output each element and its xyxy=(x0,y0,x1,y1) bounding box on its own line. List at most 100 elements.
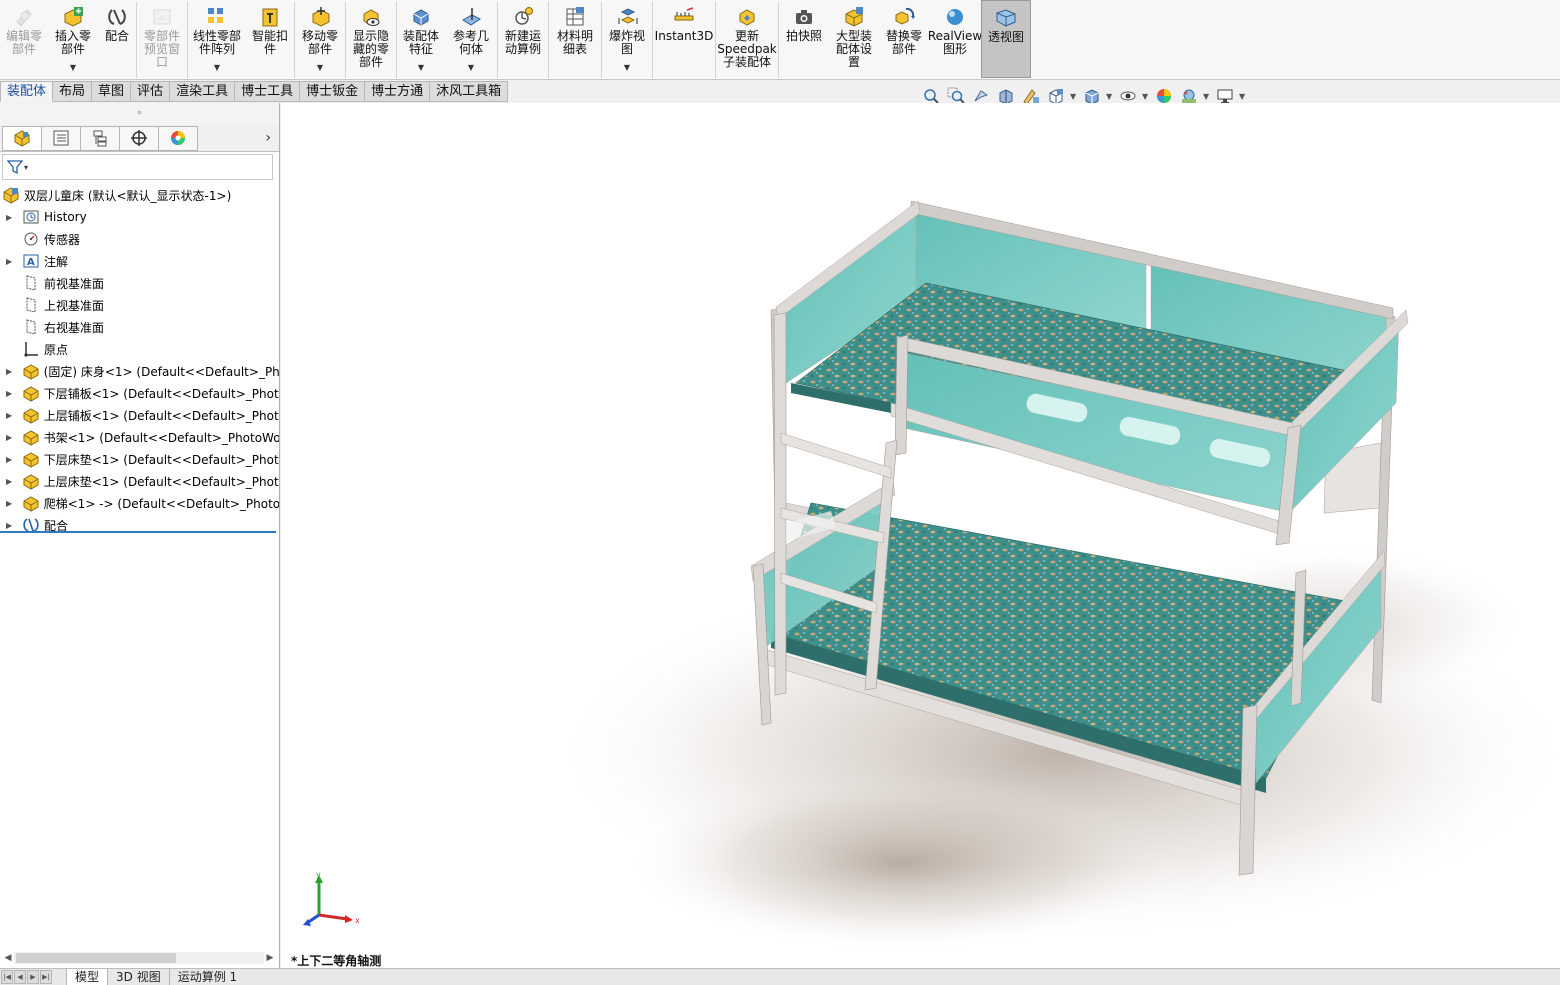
expand-arrow-icon[interactable]: ▶ xyxy=(6,477,16,486)
tab-property-manager[interactable] xyxy=(41,125,81,151)
insert-component-dropdown-icon[interactable]: ▼ xyxy=(70,61,76,74)
assembly-features-button[interactable]: 装配体 特征 ▼ xyxy=(397,0,445,78)
tab-1[interactable]: 布局 xyxy=(53,81,93,102)
reference-geometry-button[interactable]: 参考几 何体 ▼ xyxy=(445,0,497,78)
upper-front-post-left xyxy=(894,334,909,456)
view-settings-dropdown[interactable]: ▼ xyxy=(1239,92,1247,101)
scroll-right-icon[interactable]: ▶ xyxy=(264,953,276,963)
edit-component-button[interactable]: 编辑零 部件 xyxy=(0,0,48,78)
linear-pattern-dropdown-icon[interactable]: ▼ xyxy=(214,61,220,74)
part-icon xyxy=(22,362,40,380)
expand-arrow-icon[interactable]: ▶ xyxy=(6,367,16,376)
tab-configuration-manager[interactable] xyxy=(80,125,120,151)
tree-item[interactable]: ▶ A 注解 xyxy=(0,250,279,272)
tree-item[interactable]: 右视基准面 xyxy=(0,316,279,338)
expand-arrow-icon[interactable]: ▶ xyxy=(6,499,16,508)
exploded-view-dropdown-icon[interactable]: ▼ xyxy=(624,61,630,74)
tree-item[interactable]: ▶ (固定) 床身<1> (Default<<Default>_Pho xyxy=(0,360,279,382)
large-assembly-button[interactable]: 大型装 配体设 置 xyxy=(829,0,879,78)
linear-pattern-icon xyxy=(208,8,223,23)
tab-display-manager[interactable] xyxy=(158,125,198,151)
expand-arrow-icon[interactable]: ▶ xyxy=(6,433,16,442)
tab-7[interactable]: 博士方通 xyxy=(365,81,431,102)
tree-item[interactable]: ▶ 爬梯<1> -> (Default<<Default>_PhotoV xyxy=(0,492,279,514)
realview-button[interactable]: RealView 图形 xyxy=(928,0,982,78)
exploded-view-button[interactable]: 爆炸视 图 ▼ xyxy=(602,0,652,78)
bunk-bed-model[interactable] xyxy=(281,103,1560,968)
tree-item[interactable]: ▶ 上层床垫<1> (Default<<Default>_Photo xyxy=(0,470,279,492)
smart-fasteners-button[interactable]: 智能扣 件 xyxy=(246,0,294,78)
expand-arrow-icon[interactable]: ▶ xyxy=(6,389,16,398)
move-component-label: 移动零 部件 xyxy=(301,29,338,56)
insert-component-button[interactable]: 插入零 部件 ▼ xyxy=(48,0,98,78)
graphics-area[interactable]: y x *上下二等角轴测 xyxy=(281,103,1560,968)
update-speedpak-button[interactable]: 更新 Speedpak 子装配体 xyxy=(716,0,778,78)
bottom-tab-1[interactable]: 3D 视图 xyxy=(107,969,169,985)
scroll-thumb[interactable] xyxy=(16,953,176,963)
view-orientation-dropdown[interactable]: ▼ xyxy=(1070,92,1078,101)
move-component-dropdown-icon[interactable]: ▼ xyxy=(317,61,323,74)
plane-icon xyxy=(22,274,40,292)
bottom-tab-0[interactable]: 模型 xyxy=(66,969,108,985)
tab-dimxpert-manager[interactable] xyxy=(119,125,159,151)
root-icon xyxy=(2,186,20,204)
tab-0[interactable]: 装配体 xyxy=(0,81,54,102)
next-tab-icon[interactable]: ▶ xyxy=(27,970,39,984)
expand-arrow-icon[interactable]: ▶ xyxy=(6,257,16,266)
tree-item[interactable]: ▶ History xyxy=(0,206,279,228)
tab-2[interactable]: 草图 xyxy=(92,81,132,102)
tree-item[interactable]: ▶ 书架<1> (Default<<Default>_PhotoWor xyxy=(0,426,279,448)
replace-components-button[interactable]: 替换零 部件 xyxy=(879,0,929,78)
annotation-icon: A xyxy=(22,252,40,270)
tree-horizontal-scrollbar[interactable]: ◀ ▶ xyxy=(2,950,276,966)
reference-geometry-dropdown-icon[interactable]: ▼ xyxy=(468,61,474,74)
tab-6[interactable]: 博士钣金 xyxy=(300,81,366,102)
linear-pattern-button[interactable]: 线性零部 件阵列 ▼ xyxy=(188,0,246,78)
tab-8[interactable]: 沐风工具箱 xyxy=(430,81,509,102)
filter-icon xyxy=(7,160,23,175)
tree-item[interactable]: 原点 xyxy=(0,338,279,360)
hide-show-dropdown[interactable]: ▼ xyxy=(1142,92,1150,101)
tree-item-label: 原点 xyxy=(44,342,69,357)
component-preview-button[interactable]: 零部件 预览窗 口 xyxy=(137,0,187,78)
tab-feature-manager[interactable] xyxy=(2,125,42,151)
expand-arrow-icon[interactable]: ▶ xyxy=(6,521,16,530)
view-orientation-label: *上下二等角轴测 xyxy=(291,954,382,968)
move-component-button[interactable]: 移动零 部件 ▼ xyxy=(295,0,345,78)
first-tab-icon[interactable]: |◀ xyxy=(1,970,13,984)
panel-tabs-more-icon[interactable]: › xyxy=(265,130,271,146)
tab-4[interactable]: 渲染工具 xyxy=(170,81,236,102)
show-hidden-button[interactable]: 显示隐 藏的零 部件 xyxy=(346,0,396,78)
mate-button[interactable]: 配合 xyxy=(98,0,136,78)
apply-scene-dropdown[interactable]: ▼ xyxy=(1203,92,1211,101)
instant3d-button[interactable]: Instant3D xyxy=(653,0,715,78)
tree-item[interactable]: ▶ 下层床垫<1> (Default<<Default>_Photo xyxy=(0,448,279,470)
exploded-view-icon xyxy=(618,8,638,24)
tree-item[interactable]: 前视基准面 xyxy=(0,272,279,294)
tree-item[interactable]: 上视基准面 xyxy=(0,294,279,316)
rollback-bar[interactable] xyxy=(0,531,276,533)
expand-arrow-icon[interactable]: ▶ xyxy=(6,455,16,464)
scroll-left-icon[interactable]: ◀ xyxy=(2,953,14,963)
bom-button[interactable]: 材料明 细表 xyxy=(549,0,601,78)
perspective-button[interactable]: 透视图 xyxy=(981,0,1031,78)
display-style-dropdown[interactable]: ▼ xyxy=(1106,92,1114,101)
assembly-features-dropdown-icon[interactable]: ▼ xyxy=(418,61,424,74)
tree-item[interactable]: ▶ 上层铺板<1> (Default<<Default>_Photo xyxy=(0,404,279,426)
tree-root-assembly[interactable]: 双层儿童床 (默认<默认_显示状态-1>) xyxy=(0,184,279,206)
tab-5[interactable]: 博士工具 xyxy=(235,81,301,102)
tree-filter[interactable]: ▾ xyxy=(2,154,273,180)
linear-pattern-label: 线性零部 件阵列 xyxy=(192,29,241,56)
tree-item[interactable]: 传感器 xyxy=(0,228,279,250)
expand-arrow-icon[interactable]: ▶ xyxy=(6,411,16,420)
tree-item[interactable]: ▶ 下层铺板<1> (Default<<Default>_Photo xyxy=(0,382,279,404)
new-motion-study-button[interactable]: 新建运 动算例 xyxy=(498,0,548,78)
solidworks-window: 编辑零 部件 插入零 部件 ▼ 配合 零部件 预览窗 口线性零部 件阵列 ▼ 智能扣 件移动… xyxy=(0,0,1560,985)
tab-3[interactable]: 评估 xyxy=(131,81,171,102)
last-tab-icon[interactable]: ▶| xyxy=(40,970,52,984)
prev-tab-icon[interactable]: ◀ xyxy=(14,970,26,984)
expand-arrow-icon[interactable]: ▶ xyxy=(6,213,16,222)
snapshot-button[interactable]: 拍快照 xyxy=(779,0,829,78)
panel-grip[interactable]: ⚬ xyxy=(0,103,279,125)
bottom-tab-2[interactable]: 运动算例 1 xyxy=(168,969,245,985)
